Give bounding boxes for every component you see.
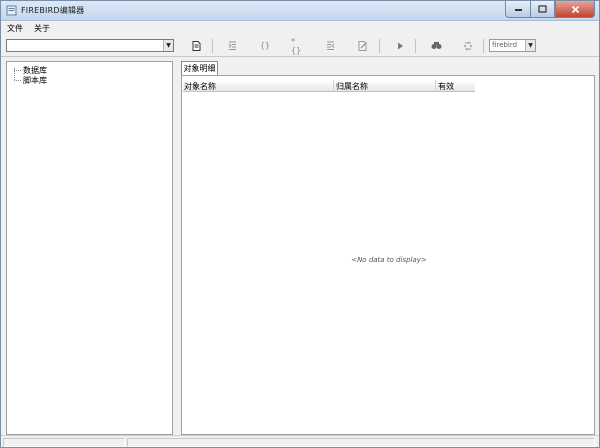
toolbar-separator xyxy=(379,39,380,53)
status-bar xyxy=(1,435,599,447)
toolbar: ▼ {} *{} firebird ▼ xyxy=(1,35,599,57)
find-icon xyxy=(431,42,441,49)
window-title: FIREBIRD编辑器 xyxy=(21,6,85,15)
braces-right-icon: *{} xyxy=(291,36,302,55)
braces-right-button[interactable]: *{} xyxy=(291,36,305,55)
replace-icon xyxy=(464,40,472,51)
maximize-button[interactable] xyxy=(530,1,555,18)
edit-document-button[interactable] xyxy=(356,39,370,52)
object-grid: 对象名称 归属名称 有效 <No data to display> xyxy=(181,75,595,435)
toolbar-separator xyxy=(415,39,416,53)
braces-left-button[interactable]: {} xyxy=(258,39,272,52)
object-combo[interactable]: ▼ xyxy=(6,39,174,52)
tree-connector xyxy=(14,69,21,71)
menu-bar: 文件 关于 xyxy=(1,21,599,35)
empty-grid-message: <No data to display> xyxy=(351,256,427,264)
title-bar: FIREBIRD编辑器 xyxy=(1,1,599,21)
column-header-object-name[interactable]: 对象名称 xyxy=(184,81,216,92)
menu-file[interactable]: 文件 xyxy=(7,23,23,34)
toolbar-separator xyxy=(483,39,484,53)
minimize-icon xyxy=(514,9,522,11)
tree-connector xyxy=(14,79,21,81)
minimize-button[interactable] xyxy=(505,1,530,18)
new-document-icon xyxy=(192,40,200,51)
column-header-valid[interactable]: 有效 xyxy=(438,81,454,92)
chevron-down-icon[interactable]: ▼ xyxy=(525,40,535,51)
app-icon xyxy=(6,5,17,16)
status-panel xyxy=(3,438,125,447)
menu-about[interactable]: 关于 xyxy=(34,23,50,34)
indent-right-icon xyxy=(326,41,334,50)
app-window: FIREBIRD编辑器 文件 关于 ▼ {} *{} firebird ▼ 数据… xyxy=(0,0,600,448)
new-document-button[interactable] xyxy=(189,39,203,52)
tree-item-database[interactable]: 数据库 xyxy=(10,65,47,75)
window-controls xyxy=(505,1,595,18)
column-divider[interactable] xyxy=(435,80,436,92)
tree-panel: 数据库 脚本库 xyxy=(6,61,173,435)
tab-label: 对象明细 xyxy=(183,64,216,73)
column-divider[interactable] xyxy=(333,80,334,92)
find-button[interactable] xyxy=(429,39,443,52)
run-button[interactable] xyxy=(393,39,407,52)
tree-item-label: 脚本库 xyxy=(23,75,47,85)
db-type-value: firebird xyxy=(492,41,518,49)
db-type-select[interactable]: firebird ▼ xyxy=(489,39,536,52)
run-icon xyxy=(397,42,403,49)
tab-object-details[interactable]: 对象明细 xyxy=(181,61,218,75)
status-panel xyxy=(127,438,595,447)
replace-button[interactable] xyxy=(461,39,475,52)
braces-left-icon: {} xyxy=(259,41,271,50)
toolbar-separator xyxy=(212,39,213,53)
column-header-owner-name[interactable]: 归属名称 xyxy=(336,81,368,92)
maximize-icon xyxy=(538,5,547,13)
close-button[interactable] xyxy=(555,1,595,18)
indent-right-button[interactable] xyxy=(323,39,337,52)
chevron-down-icon[interactable]: ▼ xyxy=(163,40,173,51)
indent-left-button[interactable] xyxy=(225,39,239,52)
indent-left-icon xyxy=(228,41,236,50)
close-icon xyxy=(571,5,579,13)
edit-document-icon xyxy=(358,40,367,51)
grid-header: 对象名称 归属名称 有效 xyxy=(183,80,475,92)
tree-item-scripts[interactable]: 脚本库 xyxy=(10,75,47,85)
